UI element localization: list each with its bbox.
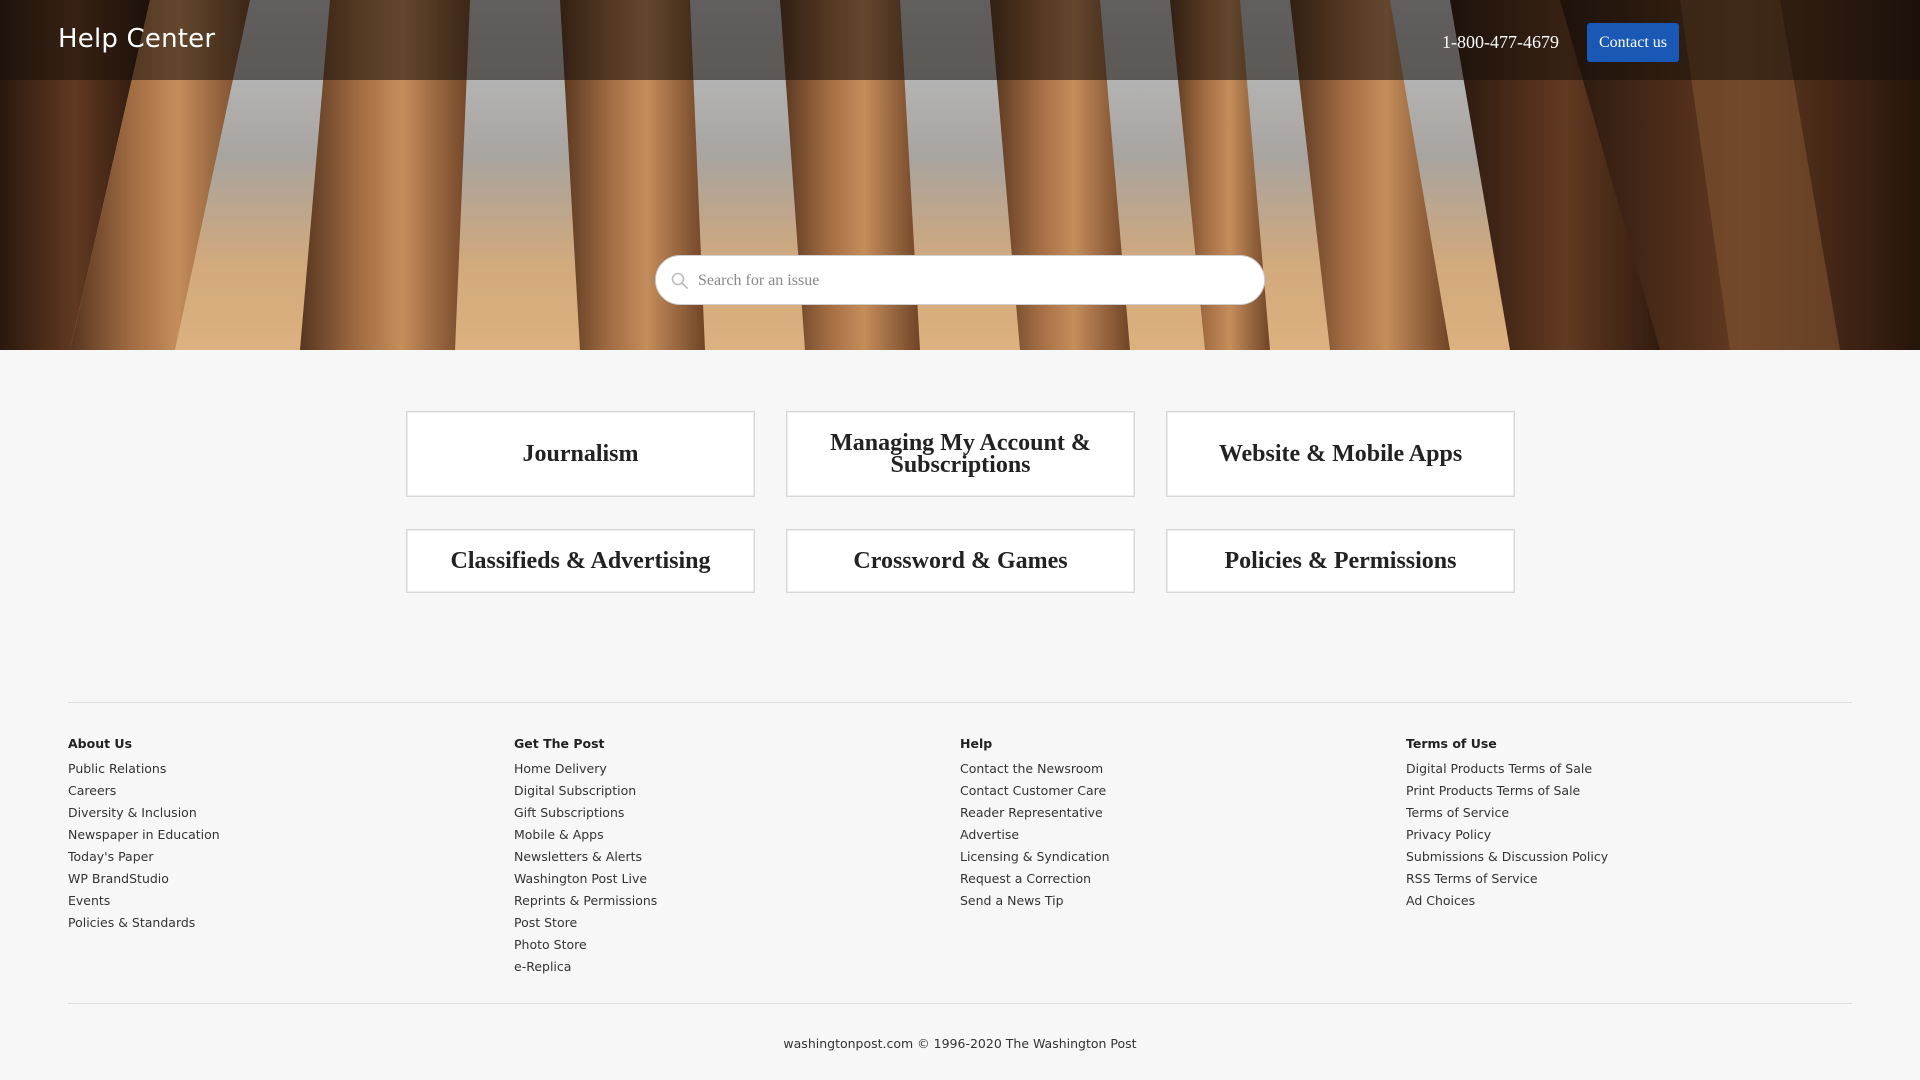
category-website-mobile-apps[interactable]: Website & Mobile Apps — [1166, 411, 1515, 497]
footer-link[interactable]: Gift Subscriptions — [514, 802, 934, 824]
footer-link[interactable]: RSS Terms of Service — [1406, 868, 1826, 890]
footer-heading: About Us — [68, 736, 133, 751]
contact-us-button[interactable]: Contact us — [1587, 23, 1679, 62]
footer-link[interactable]: Contact the Newsroom — [960, 758, 1380, 780]
footer-divider-bottom — [68, 1003, 1852, 1004]
category-crossword-games[interactable]: Crossword & Games — [786, 529, 1135, 593]
footer-link[interactable]: Policies & Standards — [68, 912, 488, 934]
category-label: Classifieds & Advertising — [450, 548, 711, 574]
footer-link[interactable]: Post Store — [514, 912, 934, 934]
footer-link[interactable]: Reader Representative — [960, 802, 1380, 824]
footer-column-help: Help Contact the Newsroom Contact Custom… — [960, 736, 1380, 912]
footer-heading: Help — [960, 736, 993, 751]
category-managing-account[interactable]: Managing My Account & Subscriptions — [786, 411, 1135, 497]
category-policies-permissions[interactable]: Policies & Permissions — [1166, 529, 1515, 593]
hero-banner: Help Center 1-800-477-4679 Contact us — [0, 0, 1920, 350]
footer-link[interactable]: Ad Choices — [1406, 890, 1826, 912]
footer-link[interactable]: Mobile & Apps — [514, 824, 934, 846]
footer-divider-top — [68, 702, 1852, 703]
footer-link[interactable]: Send a News Tip — [960, 890, 1380, 912]
category-label: Crossword & Games — [853, 548, 1068, 574]
footer-link[interactable]: e-Replica — [514, 956, 934, 978]
footer-column-get-the-post: Get The Post Home Delivery Digital Subsc… — [514, 736, 934, 978]
footer-link[interactable]: Submissions & Discussion Policy — [1406, 846, 1826, 868]
footer-link[interactable]: Privacy Policy — [1406, 824, 1826, 846]
footer-link[interactable]: Today's Paper — [68, 846, 488, 868]
search-input[interactable] — [696, 266, 1246, 296]
footer-link[interactable]: Home Delivery — [514, 758, 934, 780]
footer-link[interactable]: Reprints & Permissions — [514, 890, 934, 912]
footer-column-terms-of-use: Terms of Use Digital Products Terms of S… — [1406, 736, 1826, 912]
footer-link[interactable]: Events — [68, 890, 488, 912]
footer-link[interactable]: Terms of Service — [1406, 802, 1826, 824]
category-classifieds-advertising[interactable]: Classifieds & Advertising — [406, 529, 755, 593]
footer-link[interactable]: Digital Products Terms of Sale — [1406, 758, 1826, 780]
copyright-text: washingtonpost.com © 1996-2020 The Washi… — [783, 1036, 1137, 1051]
footer-heading: Terms of Use — [1406, 736, 1497, 751]
footer-link[interactable]: Contact Customer Care — [960, 780, 1380, 802]
footer-link[interactable]: Newspaper in Education — [68, 824, 488, 846]
footer-link[interactable]: Careers — [68, 780, 488, 802]
footer-link[interactable]: Print Products Terms of Sale — [1406, 780, 1826, 802]
footer-link[interactable]: Photo Store — [514, 934, 934, 956]
top-navigation-bar: Help Center 1-800-477-4679 Contact us — [0, 0, 1920, 80]
footer-link[interactable]: WP BrandStudio — [68, 868, 488, 890]
footer-link[interactable]: Washington Post Live — [514, 868, 934, 890]
footer-link[interactable]: Request a Correction — [960, 868, 1380, 890]
footer-link[interactable]: Digital Subscription — [514, 780, 934, 802]
category-label: Journalism — [522, 441, 639, 467]
category-label: Policies & Permissions — [1224, 548, 1457, 574]
footer-heading: Get The Post — [514, 736, 605, 751]
footer-link[interactable]: Public Relations — [68, 758, 488, 780]
footer-link[interactable]: Advertise — [960, 824, 1380, 846]
category-label: Managing My Account & Subscriptions — [830, 430, 1091, 478]
phone-number[interactable]: 1-800-477-4679 — [1442, 32, 1559, 53]
footer-link[interactable]: Newsletters & Alerts — [514, 846, 934, 868]
footer-link[interactable]: Licensing & Syndication — [960, 846, 1380, 868]
category-label: Website & Mobile Apps — [1218, 441, 1463, 467]
search-icon — [671, 272, 688, 289]
search-bar — [655, 255, 1265, 305]
footer-link[interactable]: Diversity & Inclusion — [68, 802, 488, 824]
help-center-logo[interactable]: Help Center — [58, 24, 215, 54]
category-journalism[interactable]: Journalism — [406, 411, 755, 497]
footer-column-about-us: About Us Public Relations Careers Divers… — [68, 736, 488, 934]
